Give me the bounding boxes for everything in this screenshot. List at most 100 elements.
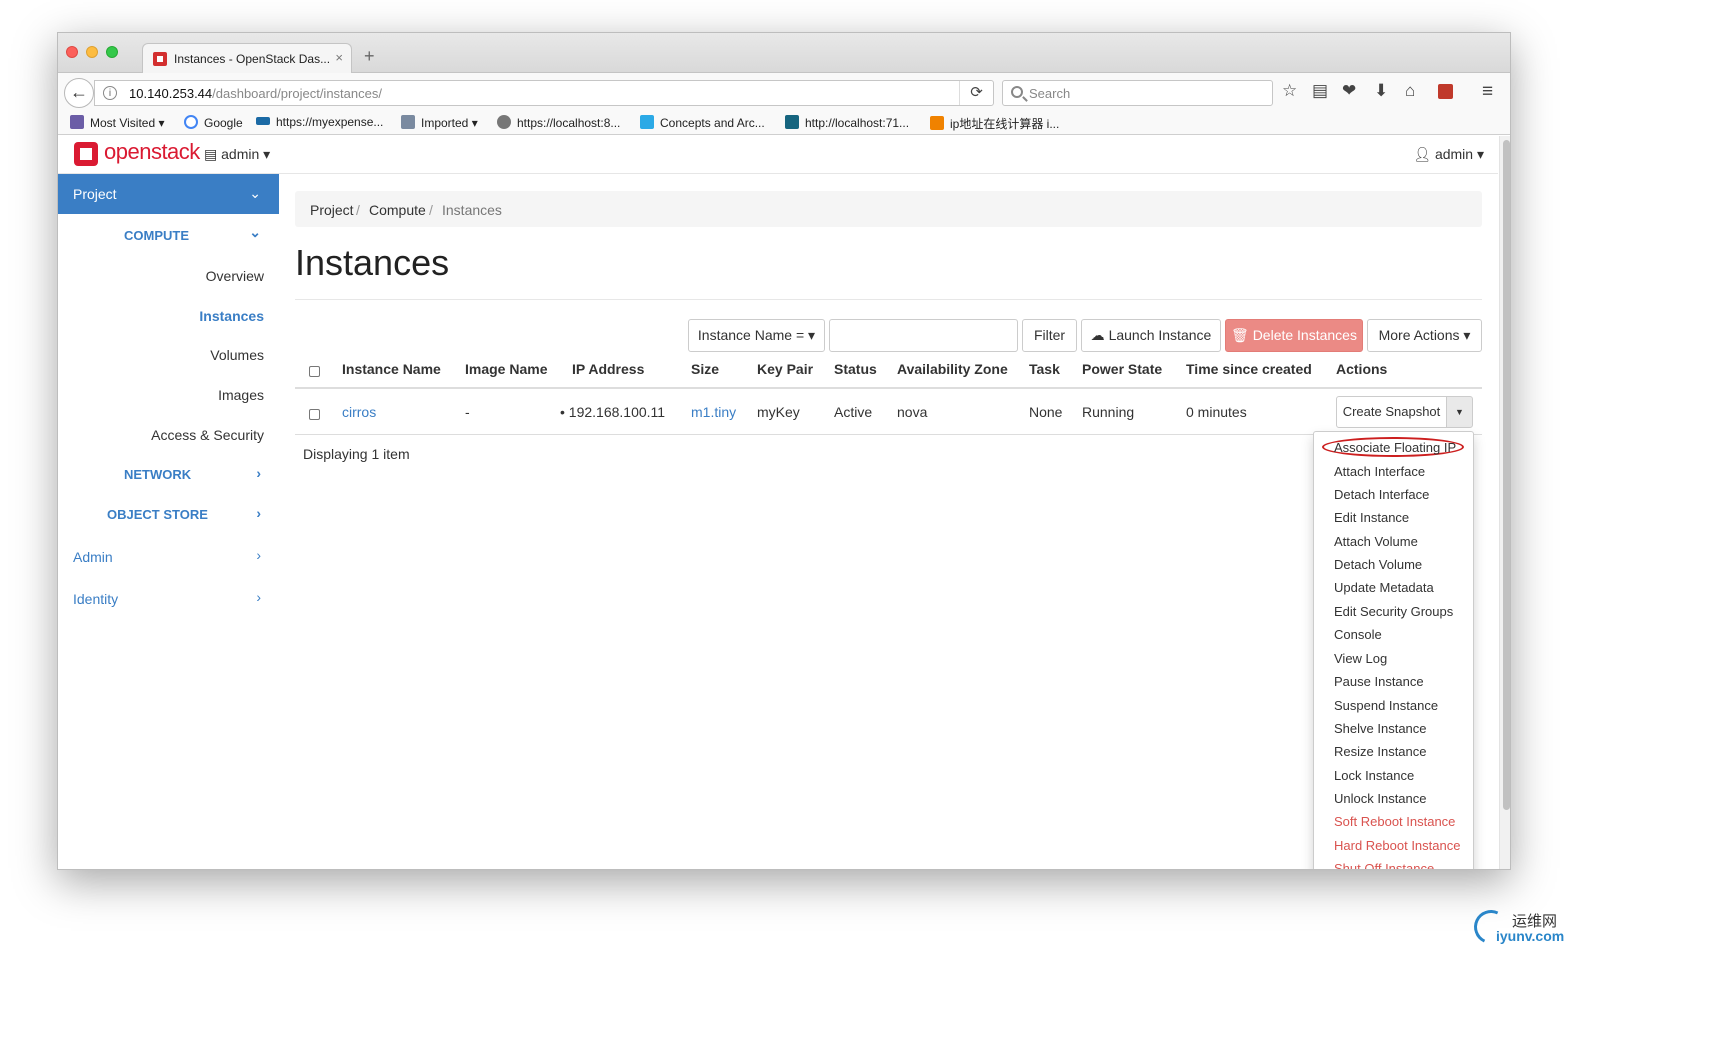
openstack-logo-text[interactable]: openstack	[104, 139, 200, 165]
instance-name-link[interactable]: cirros	[342, 404, 376, 420]
menu-item-hard-reboot-instance[interactable]: Hard Reboot Instance	[1334, 838, 1460, 853]
sidebar-item-access-security[interactable]: Access & Security	[58, 413, 279, 453]
column-header-task[interactable]: Task	[1029, 361, 1060, 377]
menu-item-attach-interface[interactable]: Attach Interface	[1334, 464, 1425, 479]
back-button[interactable]: ←	[64, 78, 94, 108]
menu-item-view-log[interactable]: View Log	[1334, 651, 1387, 666]
column-header-image-name[interactable]: Image Name	[465, 361, 547, 377]
menu-item-shut-off-instance[interactable]: Shut Off Instance	[1334, 861, 1434, 869]
create-snapshot-button[interactable]: Create Snapshot	[1336, 396, 1447, 428]
sidebar-admin[interactable]: Admin ›	[58, 535, 279, 575]
power-state-cell: Running	[1082, 404, 1135, 420]
search-input[interactable]: Search	[1002, 80, 1273, 106]
chevron-right-icon: ›	[256, 505, 261, 521]
sidebar-object-store[interactable]: OBJECT STORE ›	[58, 493, 279, 533]
filter-field-select[interactable]: Instance Name = ▾	[688, 319, 825, 352]
sidebar-project[interactable]: Project ⌄	[58, 174, 279, 214]
extension-icon[interactable]	[1438, 84, 1453, 99]
user-menu[interactable]: 👤︎ admin ▾	[1413, 146, 1484, 163]
sidebar-item-images[interactable]: Images	[58, 373, 279, 413]
menu-item-update-metadata[interactable]: Update Metadata	[1334, 580, 1434, 595]
bookmark-star-icon[interactable]: ☆	[1282, 82, 1297, 99]
confluence-icon	[785, 115, 799, 129]
bookmark-localhost-8[interactable]: https://localhost:8...	[497, 115, 620, 130]
page-scrollbar[interactable]	[1499, 136, 1510, 869]
launch-instance-button[interactable]: ☁ Launch Instance	[1081, 319, 1221, 352]
new-tab-button[interactable]: +	[364, 47, 375, 65]
browser-tab[interactable]: Instances - OpenStack Das... ×	[142, 43, 352, 74]
close-window-button[interactable]	[66, 46, 78, 58]
size-link[interactable]: m1.tiny	[691, 404, 736, 420]
column-header-size[interactable]: Size	[691, 361, 719, 377]
chevron-down-icon: ⌄	[249, 224, 261, 240]
bookmarks-toolbar: Most Visited ▾ Google https://myexpense.…	[58, 111, 1510, 135]
reload-icon[interactable]: ⟳	[959, 81, 993, 105]
openstack-logo-icon[interactable]	[74, 142, 98, 166]
bookmark-localhost-71[interactable]: http://localhost:71...	[785, 115, 909, 130]
sidebar-identity[interactable]: Identity ›	[58, 577, 279, 617]
menu-item-associate-floating-ip[interactable]: Associate Floating IP	[1334, 440, 1456, 455]
menu-item-edit-security-groups[interactable]: Edit Security Groups	[1334, 604, 1453, 619]
url-bar[interactable]: i 10.140.253.44/dashboard/project/instan…	[94, 80, 994, 106]
menu-item-resize-instance[interactable]: Resize Instance	[1334, 744, 1427, 759]
menu-item-unlock-instance[interactable]: Unlock Instance	[1334, 791, 1427, 806]
bookmark-label: https://myexpense...	[276, 115, 384, 129]
column-header-ip-address[interactable]: IP Address	[572, 361, 644, 377]
menu-item-lock-instance[interactable]: Lock Instance	[1334, 768, 1414, 783]
home-icon[interactable]: ⌂	[1405, 82, 1415, 99]
close-tab-icon[interactable]: ×	[335, 50, 343, 65]
sidebar-network[interactable]: NETWORK ›	[58, 453, 279, 493]
menu-item-pause-instance[interactable]: Pause Instance	[1334, 674, 1424, 689]
minimize-window-button[interactable]	[86, 46, 98, 58]
url-text[interactable]: 10.140.253.44/dashboard/project/instance…	[129, 86, 382, 101]
row-checkbox[interactable]	[309, 409, 320, 420]
hamburger-menu-icon[interactable]: ≡	[1482, 82, 1493, 101]
breadcrumb-compute[interactable]: Compute	[369, 202, 426, 218]
key-pair-cell: myKey	[757, 404, 800, 420]
menu-item-edit-instance[interactable]: Edit Instance	[1334, 510, 1409, 525]
column-header-status[interactable]: Status	[834, 361, 877, 377]
bookmark-myexpense[interactable]: https://myexpense...	[256, 115, 383, 129]
bookmark-ip-calculator[interactable]: ip地址在线计算器 i...	[930, 115, 1059, 132]
pocket-icon[interactable]: ❤	[1342, 82, 1356, 99]
column-header-instance-name[interactable]: Instance Name	[342, 361, 441, 377]
sidebar-item-label: Access & Security	[151, 427, 264, 443]
reader-view-icon[interactable]: ▤	[1312, 82, 1328, 99]
column-header-key-pair[interactable]: Key Pair	[757, 361, 813, 377]
sidebar-item-instances[interactable]: Instances	[58, 294, 279, 334]
delete-instances-button[interactable]: 🗑︎ Delete Instances	[1225, 319, 1363, 352]
column-header-time-since-created[interactable]: Time since created	[1186, 361, 1312, 377]
menu-item-detach-volume[interactable]: Detach Volume	[1334, 557, 1422, 572]
sidebar-item-label: Overview	[205, 268, 264, 284]
project-selector[interactable]: ▤ admin ▾	[204, 146, 270, 163]
task-cell: None	[1029, 404, 1063, 420]
column-header-availability-zone[interactable]: Availability Zone	[897, 361, 1008, 377]
menu-item-shelve-instance[interactable]: Shelve Instance	[1334, 721, 1427, 736]
filter-input[interactable]	[829, 319, 1018, 352]
filter-button[interactable]: Filter	[1022, 319, 1077, 352]
site-info-icon[interactable]: i	[103, 86, 117, 100]
bookmark-imported[interactable]: Imported ▾	[401, 115, 478, 130]
select-all-checkbox[interactable]	[309, 366, 320, 377]
sidebar-compute[interactable]: COMPUTE ⌄	[58, 214, 279, 254]
sidebar-item-volumes[interactable]: Volumes	[58, 333, 279, 373]
more-actions-button[interactable]: More Actions ▾	[1367, 319, 1482, 352]
page-title: Instances	[295, 242, 450, 283]
bookmark-concepts[interactable]: Concepts and Arc...	[640, 115, 765, 130]
menu-item-suspend-instance[interactable]: Suspend Instance	[1334, 698, 1438, 713]
bookmark-most-visited[interactable]: Most Visited ▾	[70, 115, 165, 130]
menu-item-console[interactable]: Console	[1334, 627, 1382, 642]
menu-item-attach-volume[interactable]: Attach Volume	[1334, 534, 1418, 549]
column-header-power-state[interactable]: Power State	[1082, 361, 1162, 377]
tab-title: Instances - OpenStack Das...	[174, 52, 331, 66]
bookmark-google[interactable]: Google	[184, 115, 243, 130]
scrollbar-thumb[interactable]	[1503, 140, 1510, 810]
actions-dropdown-toggle[interactable]: ▼	[1446, 396, 1473, 428]
downloads-icon[interactable]: ⬇	[1374, 82, 1388, 99]
breadcrumb-project[interactable]: Project	[310, 202, 354, 218]
sidebar-item-overview[interactable]: Overview	[58, 254, 279, 294]
menu-item-soft-reboot-instance[interactable]: Soft Reboot Instance	[1334, 814, 1455, 829]
menu-item-detach-interface[interactable]: Detach Interface	[1334, 487, 1429, 502]
zoom-window-button[interactable]	[106, 46, 118, 58]
bookmark-label: Imported ▾	[421, 116, 478, 130]
